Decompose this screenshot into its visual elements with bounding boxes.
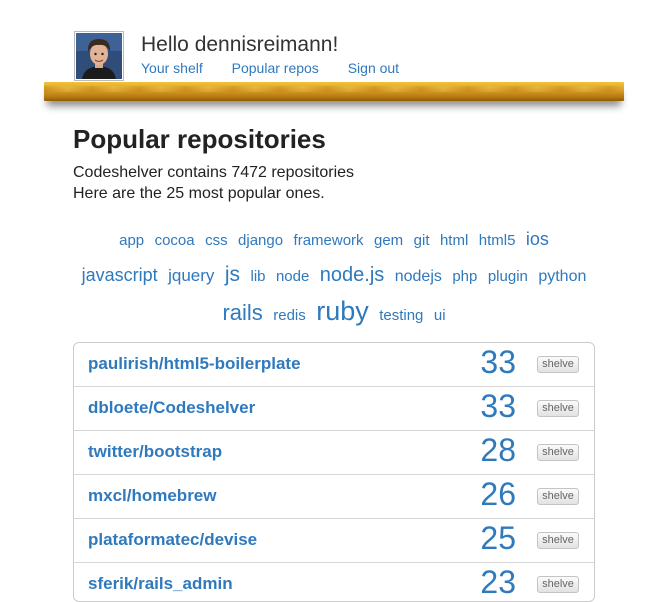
shelve-button[interactable]: shelve <box>537 532 579 549</box>
repo-name-link[interactable]: plataformatec/devise <box>88 530 257 550</box>
shelved-count: 23 <box>480 564 516 600</box>
tag-ios-link[interactable]: ios <box>526 229 549 249</box>
shelve-button[interactable]: shelve <box>537 488 579 505</box>
tag-cloud: app cocoa css django framework gem git h… <box>74 222 594 333</box>
shelved-count: 26 <box>480 476 516 512</box>
tag-ui-link[interactable]: ui <box>434 307 446 324</box>
avatar[interactable] <box>74 31 124 81</box>
tag-node-js-link[interactable]: node.js <box>320 264 385 286</box>
tag-html-link[interactable]: html <box>440 232 468 249</box>
repo-name-link[interactable]: dbloete/Codeshelver <box>88 398 255 418</box>
greeting: Hello dennisreimann! <box>141 33 339 56</box>
tag-js-link[interactable]: js <box>225 263 240 286</box>
repo-list: paulirish/html5-boilerplate 33 shelve dbloe… <box>73 342 595 602</box>
table-row: twitter/bootstrap 28 shelve <box>74 431 594 475</box>
tag-django-link[interactable]: django <box>238 232 283 249</box>
table-row: paulirish/html5-boilerplate 33 shelve <box>74 343 594 387</box>
tag-gem-link[interactable]: gem <box>374 232 403 249</box>
shelved-count: 28 <box>480 432 516 468</box>
tag-javascript-link[interactable]: javascript <box>82 265 158 285</box>
shelved-count: 33 <box>480 344 516 380</box>
table-row: dbloete/Codeshelver 33 shelve <box>74 387 594 431</box>
tag-html5-link[interactable]: html5 <box>479 232 516 249</box>
tag-framework-link[interactable]: framework <box>294 232 364 249</box>
tag-python-link[interactable]: python <box>538 268 586 285</box>
tag-php-link[interactable]: php <box>452 268 477 285</box>
repo-name-link[interactable]: paulirish/html5-boilerplate <box>88 354 301 374</box>
tag-testing-link[interactable]: testing <box>379 307 423 324</box>
wooden-shelf-decoration <box>44 82 624 101</box>
shelve-button[interactable]: shelve <box>537 356 579 373</box>
table-row: sferik/rails_admin 23 shelve <box>74 563 594 601</box>
page-title: Popular repositories <box>73 124 326 154</box>
top-nav: Your shelf Popular repos Sign out <box>141 60 424 76</box>
tag-plugin-link[interactable]: plugin <box>488 268 528 285</box>
tag-app-link[interactable]: app <box>119 232 144 249</box>
nav-sign-out-link[interactable]: Sign out <box>348 60 399 76</box>
tag-jquery-link[interactable]: jquery <box>168 266 214 285</box>
tag-lib-link[interactable]: lib <box>250 268 265 285</box>
repo-name-link[interactable]: mxcl/homebrew <box>88 486 217 506</box>
shelved-count: 25 <box>480 520 516 556</box>
repo-name-link[interactable]: twitter/bootstrap <box>88 442 222 462</box>
shelve-button[interactable]: shelve <box>537 444 579 461</box>
nav-your-shelf-link[interactable]: Your shelf <box>141 60 203 76</box>
tag-rails-link[interactable]: rails <box>222 300 262 325</box>
header: Hello dennisreimann! Your shelf Popular … <box>74 31 634 85</box>
table-row: plataformatec/devise 25 shelve <box>74 519 594 563</box>
tag-node-link[interactable]: node <box>276 268 309 285</box>
table-row: mxcl/homebrew 26 shelve <box>74 475 594 519</box>
user-avatar-image <box>76 33 122 79</box>
tag-redis-link[interactable]: redis <box>273 307 306 324</box>
repo-total-text: Codeshelver contains 7472 repositories <box>73 164 355 181</box>
repo-name-link[interactable]: sferik/rails_admin <box>88 574 233 594</box>
nav-popular-repos-link[interactable]: Popular repos <box>232 60 319 76</box>
tag-css-link[interactable]: css <box>205 232 228 249</box>
tag-nodejs-link[interactable]: nodejs <box>395 268 442 285</box>
tag-ruby-link[interactable]: ruby <box>316 296 369 326</box>
shelve-button[interactable]: shelve <box>537 400 579 417</box>
tag-cocoa-link[interactable]: cocoa <box>155 232 195 249</box>
tag-git-link[interactable]: git <box>414 232 430 249</box>
shelved-count: 33 <box>480 388 516 424</box>
intro-text: Codeshelver contains 7472 repositories H… <box>73 162 354 204</box>
popular-subtitle-text: Here are the 25 most popular ones. <box>73 185 325 202</box>
